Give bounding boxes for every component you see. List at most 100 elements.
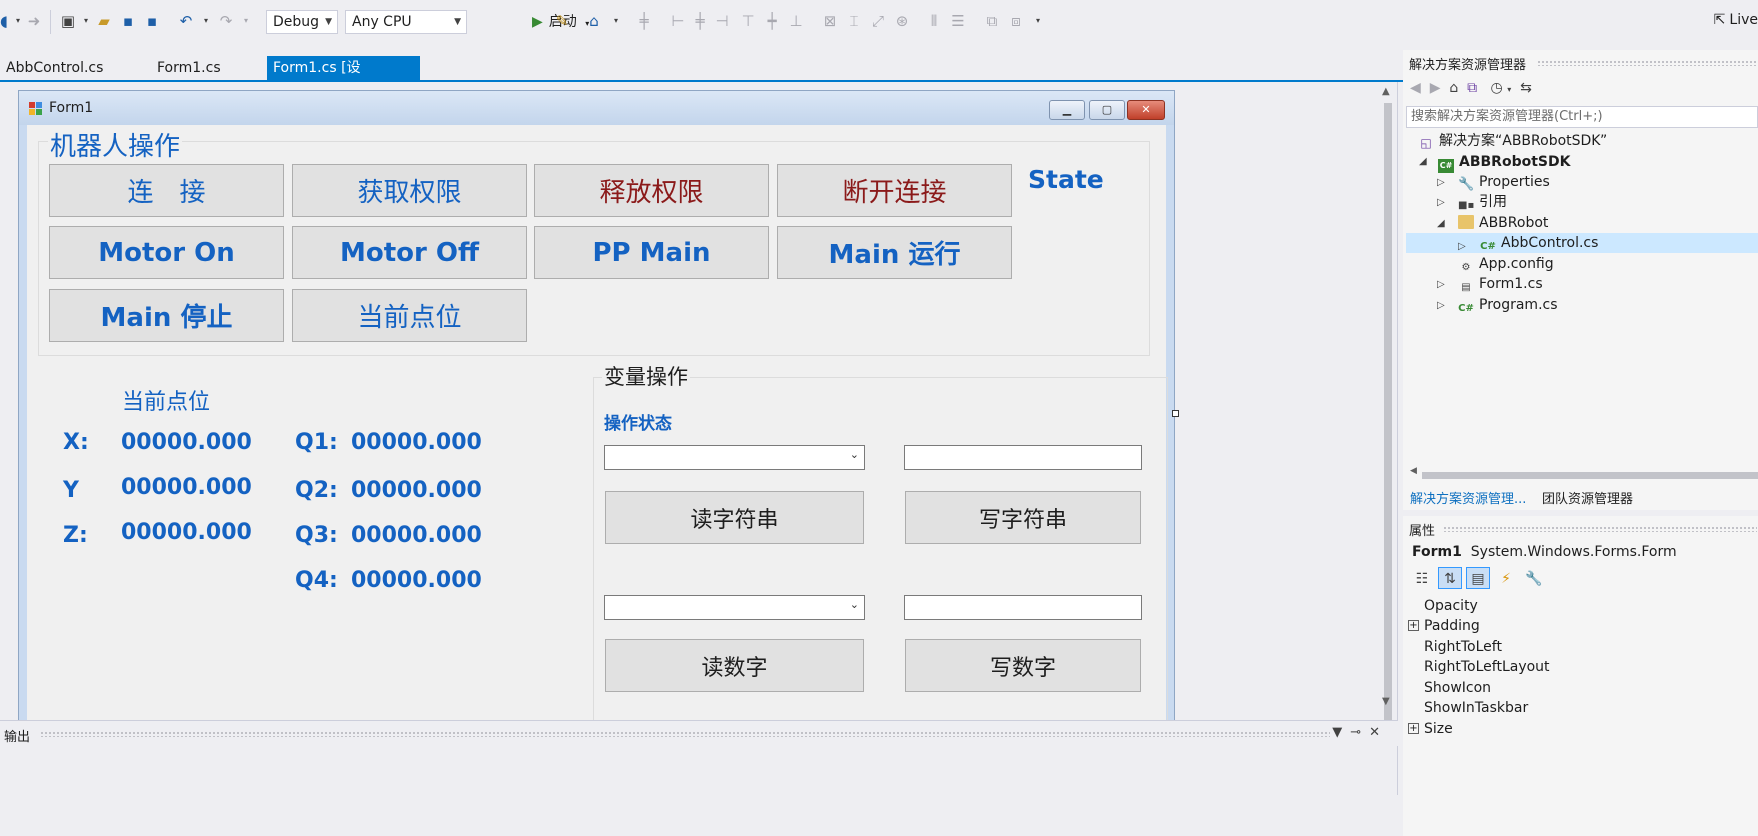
write-number-button[interactable]: 写数字 <box>905 639 1141 692</box>
main-stop-button[interactable]: Main 停止 <box>49 289 284 342</box>
property-row[interactable]: Opacity <box>1406 596 1758 616</box>
release-mastership-button[interactable]: 释放权限 <box>534 164 769 217</box>
align-right-icon[interactable]: ⊣ <box>712 11 732 31</box>
categorized-icon[interactable]: ☷ <box>1410 568 1434 590</box>
read-string-button[interactable]: 读字符串 <box>605 491 864 544</box>
save-icon[interactable]: ▪ <box>118 11 138 31</box>
alphabetical-icon[interactable]: ⇅ <box>1438 567 1462 589</box>
tree-program[interactable]: C# Program.cs <box>1458 295 1557 315</box>
tree-properties[interactable]: 🔧 Properties <box>1458 172 1550 192</box>
properties-object-selector[interactable]: Form1 System.Windows.Forms.Form <box>1412 544 1677 560</box>
make-same-width-icon[interactable]: ⊠ <box>820 11 840 31</box>
platform-dropdown[interactable]: Any CPU ▼ <box>345 10 467 34</box>
tab-form1-cs[interactable]: Form1.cs <box>151 56 227 80</box>
disconnect-button[interactable]: 断开连接 <box>777 164 1012 217</box>
tab-abbcontrol-cs[interactable]: AbbControl.cs <box>0 56 109 80</box>
expanded-arrow-icon[interactable]: ◢ <box>1437 218 1445 229</box>
align-bottom-icon[interactable]: ⊥ <box>786 11 806 31</box>
send-to-back-icon[interactable]: ⧈ <box>1006 11 1026 31</box>
tree-folder-abbrobot[interactable]: ABBRobot <box>1458 213 1548 233</box>
undo-dropdown-icon[interactable]: ▾ <box>196 11 216 31</box>
solution-horizontal-scrollbar[interactable]: ◀ <box>1406 466 1758 480</box>
tree-project[interactable]: C# ABBRobotSDK <box>1438 152 1570 173</box>
current-position-button[interactable]: 当前点位 <box>292 289 527 342</box>
designer-vertical-scrollbar[interactable]: ▲ ▼ <box>1380 86 1396 788</box>
form-window[interactable]: Form1 ▁ ▢ ✕ 机器人操作 连 接 获取权限 释放权限 断开连接 Mot… <box>18 90 1175 730</box>
align-top-icon[interactable]: ⊤ <box>738 11 758 31</box>
string-value-input[interactable] <box>904 445 1142 470</box>
collapsed-arrow-icon[interactable]: ▷ <box>1437 197 1445 208</box>
tree-app-config[interactable]: ⚙ App.config <box>1458 254 1554 274</box>
scroll-up-icon[interactable]: ▲ <box>1382 86 1390 97</box>
tree-form1[interactable]: ▤ Form1.cs <box>1458 274 1542 294</box>
number-value-input[interactable] <box>904 595 1142 620</box>
motor-on-button[interactable]: Motor On <box>49 226 284 279</box>
scroll-left-icon[interactable]: ◀ <box>1410 466 1417 476</box>
minimize-button[interactable]: ▁ <box>1049 100 1085 120</box>
redo-icon[interactable]: ↷ <box>216 11 236 31</box>
forward-icon[interactable]: ➜ <box>24 11 44 31</box>
scroll-down-icon[interactable]: ▼ <box>1382 696 1390 707</box>
tab-team-explorer[interactable]: 团队资源管理器 <box>1542 488 1633 507</box>
home-icon[interactable]: ⌂ <box>1449 80 1458 96</box>
make-same-size-icon[interactable]: ⤢ <box>868 11 888 31</box>
align-center-icon[interactable]: ╪ <box>690 11 710 31</box>
tab-form1-designer[interactable]: Form1.cs [设计]⊸✕ <box>267 56 420 100</box>
property-row[interactable]: + Size <box>1406 719 1758 739</box>
close-icon[interactable]: ✕ <box>1369 725 1388 740</box>
events-icon[interactable]: ⚡ <box>1494 568 1518 590</box>
new-project-icon[interactable]: ▣ <box>58 11 78 31</box>
property-row[interactable]: ShowInTaskbar <box>1406 698 1758 718</box>
write-string-button[interactable]: 写字符串 <box>905 491 1141 544</box>
undo-icon[interactable]: ↶ <box>176 11 196 31</box>
forward-icon[interactable]: ▶ <box>1430 80 1441 96</box>
form-resize-handle[interactable] <box>1172 410 1179 417</box>
switch-views-icon[interactable]: ⧉ <box>1467 80 1477 96</box>
property-row[interactable]: + Padding <box>1406 616 1758 636</box>
property-row[interactable]: ShowIcon <box>1406 678 1758 698</box>
string-variable-combo[interactable]: ⌄ <box>604 445 865 470</box>
chevron-down-icon[interactable]: ▾ <box>1507 85 1511 94</box>
property-row[interactable]: RightToLeft <box>1406 637 1758 657</box>
pin-icon[interactable]: ⊸ <box>1350 725 1369 740</box>
dropdown-icon[interactable]: ▼ <box>1332 725 1350 740</box>
expand-icon[interactable]: + <box>1408 723 1419 734</box>
motor-off-button[interactable]: Motor Off <box>292 226 527 279</box>
read-number-button[interactable]: 读数字 <box>605 639 864 692</box>
bring-to-front-icon[interactable]: ⧉ <box>982 11 1002 31</box>
align-left-icon[interactable]: ⊢ <box>668 11 688 31</box>
collapsed-arrow-icon[interactable]: ▷ <box>1437 279 1445 290</box>
property-pages-icon[interactable]: 🔧 <box>1522 568 1546 590</box>
toolbar-overflow-icon[interactable]: ▾ <box>1028 11 1048 31</box>
main-run-button[interactable]: Main 运行 <box>777 226 1012 279</box>
acquire-mastership-button[interactable]: 获取权限 <box>292 164 527 217</box>
properties-icon[interactable]: ▤ <box>1466 567 1490 589</box>
tab-solution-explorer[interactable]: 解决方案资源管理... <box>1410 488 1526 507</box>
scrollbar-thumb[interactable] <box>1384 103 1392 743</box>
scrollbar-thumb[interactable] <box>1422 472 1758 479</box>
tree-solution[interactable]: ◱ 解决方案“ABBRobotSDK” <box>1418 131 1607 151</box>
spacing-vertical-icon[interactable]: ☰ <box>948 11 968 31</box>
solution-search-input[interactable]: 搜索解决方案资源管理器(Ctrl+;) <box>1406 106 1758 128</box>
collapsed-arrow-icon[interactable]: ▷ <box>1437 300 1445 311</box>
number-variable-combo[interactable]: ⌄ <box>604 595 865 620</box>
save-all-icon[interactable]: ▪ <box>142 11 162 31</box>
collapsed-arrow-icon[interactable]: ▷ <box>1437 177 1445 188</box>
configuration-dropdown[interactable]: Debug ▼ <box>266 10 338 34</box>
tree-references[interactable]: ■▪ 引用 <box>1458 192 1507 212</box>
sync-icon[interactable]: ⇆ <box>1520 80 1532 96</box>
connect-button[interactable]: 连 接 <box>49 164 284 217</box>
back-icon[interactable]: ◀ <box>1410 80 1421 96</box>
spacing-horizontal-icon[interactable]: ⫴ <box>924 11 944 31</box>
home-icon[interactable]: ⌂ <box>584 11 604 31</box>
tree-abbcontrol-selected[interactable]: ▷ C# AbbControl.cs <box>1406 233 1758 253</box>
expanded-arrow-icon[interactable]: ◢ <box>1419 156 1427 167</box>
expand-icon[interactable]: + <box>1408 620 1419 631</box>
maximize-button[interactable]: ▢ <box>1089 100 1125 120</box>
open-folder-icon[interactable]: ▰ <box>94 11 114 31</box>
align-grid-icon[interactable]: ╪ <box>634 11 654 31</box>
align-middle-icon[interactable]: ┿ <box>762 11 782 31</box>
new-dropdown-icon[interactable]: ▾ <box>76 11 96 31</box>
find-icon[interactable]: ✎ <box>552 11 572 31</box>
pp-main-button[interactable]: PP Main <box>534 226 769 279</box>
